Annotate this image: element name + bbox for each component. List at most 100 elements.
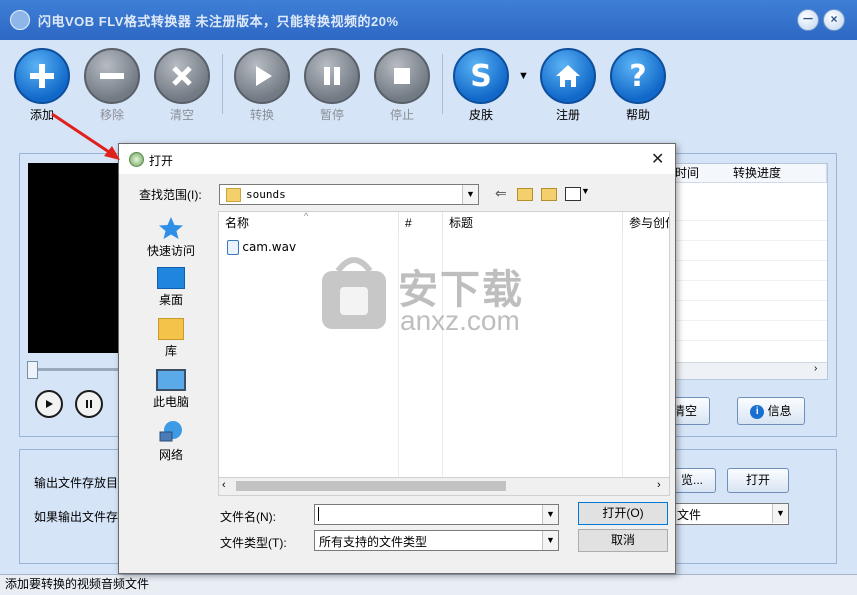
sort-ascending-icon: ^ <box>304 211 309 221</box>
watermark-shield-icon <box>322 257 386 329</box>
list-row <box>669 202 827 221</box>
skin-s-icon: S <box>453 48 509 104</box>
dialog-open-button[interactable]: 打开(O) <box>578 502 668 525</box>
file-browser-list[interactable]: 名称 ^ # 标题 参与创作 cam.wav <box>218 211 670 479</box>
desktop-icon <box>157 267 185 289</box>
place-label: 网络 <box>158 448 183 462</box>
skin-dropdown-icon[interactable]: ▼ <box>518 70 529 82</box>
list-row <box>669 262 827 281</box>
folder-icon <box>226 188 241 202</box>
video-preview <box>28 163 128 353</box>
output-exists-label: 如果输出文件存 <box>34 510 119 524</box>
filename-label: 文件名(N): <box>220 510 276 524</box>
place-this-pc[interactable]: 此电脑 <box>127 369 215 410</box>
window-title: 闪电VOB FLV格式转换器 未注册版本，只能转换视频的20% <box>38 14 399 29</box>
pause-label: 暂停 <box>319 108 344 122</box>
seek-slider-track[interactable] <box>30 368 120 371</box>
dialog-cancel-button[interactable]: 取消 <box>578 529 668 552</box>
chevron-down-icon[interactable]: ▼ <box>772 504 788 523</box>
scroll-left-icon[interactable]: ‹ <box>222 479 226 491</box>
chevron-down-icon[interactable]: ▼ <box>462 185 478 204</box>
chevron-down-icon[interactable]: ▼ <box>542 505 558 524</box>
dialog-close-button[interactable]: ✕ <box>651 149 664 169</box>
register-button[interactable]: 注册 <box>538 48 598 123</box>
convert-label: 转换 <box>249 108 274 122</box>
up-folder-icon[interactable] <box>517 188 533 201</box>
app-icon <box>10 10 30 30</box>
clear-all-label: 清空 <box>169 108 194 122</box>
place-desktop[interactable]: 桌面 <box>127 267 215 308</box>
text-caret <box>318 507 319 521</box>
place-label: 此电脑 <box>152 395 189 409</box>
preview-play-button[interactable] <box>35 390 63 418</box>
title-bar: 闪电VOB FLV格式转换器 未注册版本，只能转换视频的20% － × <box>0 0 857 40</box>
column-header-name[interactable]: 名称 ^ <box>219 211 399 234</box>
file-row[interactable]: cam.wav <box>227 238 296 256</box>
list-row <box>669 282 827 301</box>
x-icon <box>154 48 210 104</box>
place-libraries[interactable]: 库 <box>127 318 215 359</box>
pause-icon <box>304 48 360 104</box>
place-label: 库 <box>164 344 177 358</box>
column-header-progress[interactable]: 转换进度 <box>727 164 827 183</box>
column-header-number[interactable]: # <box>399 212 443 234</box>
open-output-button[interactable]: 打开 <box>727 468 789 493</box>
back-arrow-icon[interactable]: ⇐ <box>495 185 507 202</box>
help-button[interactable]: ? 帮助 <box>608 48 668 123</box>
minus-icon <box>84 48 140 104</box>
pause-button[interactable]: 暂停 <box>302 48 362 123</box>
info-button[interactable]: i 信息 <box>737 397 805 425</box>
question-icon: ? <box>610 48 666 104</box>
place-quick-access[interactable]: 快速访问 <box>127 216 215 259</box>
list-horizontal-scrollbar[interactable]: › <box>669 362 827 379</box>
chevron-down-icon[interactable]: ▼ <box>581 186 590 196</box>
info-icon: i <box>750 404 765 419</box>
star-icon <box>157 216 185 240</box>
filename-input[interactable]: ▼ <box>314 504 559 525</box>
chevron-down-icon[interactable]: ▼ <box>542 531 558 550</box>
seek-slider-thumb[interactable] <box>27 361 38 379</box>
stop-button[interactable]: 停止 <box>372 48 432 123</box>
network-icon <box>157 420 185 444</box>
watermark: 安下载 anxz.com <box>318 253 538 339</box>
help-label: 帮助 <box>625 108 650 122</box>
scroll-right-icon[interactable]: › <box>814 363 817 374</box>
view-menu-icon[interactable] <box>565 187 581 201</box>
library-icon <box>158 318 184 340</box>
dialog-title-bar: 打开 ✕ <box>119 144 675 174</box>
file-list[interactable]: 时间 转换进度 › <box>668 163 828 380</box>
look-in-label: 查找范围(I): <box>139 188 202 202</box>
scrollbar-thumb[interactable] <box>236 481 506 491</box>
play-icon <box>234 48 290 104</box>
scroll-right-icon[interactable]: › <box>657 479 661 491</box>
column-header-contributors[interactable]: 参与创作 <box>623 212 669 234</box>
filetype-label: 文件类型(T): <box>220 536 287 550</box>
stop-icon <box>374 48 430 104</box>
preview-pause-button[interactable] <box>75 390 103 418</box>
column-header-time[interactable]: 时间 <box>669 164 728 183</box>
exists-action-select[interactable]: 文件 ▼ <box>668 503 789 525</box>
pause-icon <box>86 400 92 408</box>
new-folder-icon[interactable] <box>541 188 557 201</box>
annotation-arrow <box>51 112 120 160</box>
toolbar-divider <box>222 54 223 114</box>
list-row <box>669 242 827 261</box>
column-header-title[interactable]: 标题 <box>443 212 623 234</box>
exists-action-value: 文件 <box>677 508 702 522</box>
file-browser-hscrollbar[interactable]: ‹ › <box>218 477 670 496</box>
convert-button[interactable]: 转换 <box>232 48 292 123</box>
minimize-button[interactable]: － <box>797 9 819 31</box>
skin-button[interactable]: S 皮肤 <box>451 48 511 123</box>
filetype-value: 所有支持的文件类型 <box>319 535 428 549</box>
stop-label: 停止 <box>389 108 414 122</box>
place-label: 快速访问 <box>146 244 195 258</box>
close-button[interactable]: × <box>823 9 845 31</box>
look-in-select[interactable]: sounds ▼ <box>219 184 479 205</box>
plus-icon <box>14 48 70 104</box>
place-network[interactable]: 网络 <box>127 420 215 463</box>
computer-icon <box>156 369 186 391</box>
file-name: cam.wav <box>242 240 297 254</box>
clear-all-button[interactable]: 清空 <box>152 48 212 123</box>
toolbar-divider <box>442 54 443 114</box>
filetype-select[interactable]: 所有支持的文件类型 ▼ <box>314 530 559 551</box>
